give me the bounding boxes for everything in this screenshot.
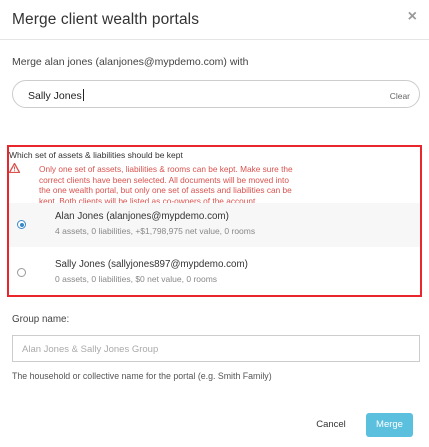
group-name-help: The household or collective name for the… [12,371,272,381]
radio-selected[interactable] [17,220,26,229]
text-caret [82,89,84,101]
merge-button[interactable]: Merge [366,413,413,437]
warning-line: Only one set of assets, liabilities & ro… [39,164,293,174]
radio-unselected[interactable] [17,268,26,277]
merge-with-label: Merge alan jones (alanjones@mypdemo.com)… [12,56,249,68]
dialog-header: Merge client wealth portals × [0,0,429,40]
group-name-input[interactable]: Alan Jones & Sally Jones Group [12,335,420,362]
keep-assets-label: Which set of assets & liabilities should… [9,150,183,160]
keep-option-sally[interactable]: Sally Jones (sallyjones897@mypdemo.com) … [9,251,420,295]
warning-message: Only one set of assets, liabilities & ro… [39,164,424,206]
merge-dialog: Merge client wealth portals × Merge alan… [0,0,429,447]
warning-line: correct clients have been selected. All … [39,174,289,185]
client-search-input[interactable]: Sally Jones Clear [12,80,420,108]
keep-option-alan[interactable]: Alan Jones (alanjones@mypdemo.com) 4 ass… [9,203,420,247]
warning-line: the one wealth portal, but only one set … [39,185,292,196]
option-client-name: Alan Jones (alanjones@mypdemo.com) [55,211,229,222]
option-client-name: Sally Jones (sallyjones897@mypdemo.com) [55,259,248,270]
option-client-detail: 4 assets, 0 liabilities, +$1,798,975 net… [55,226,256,236]
keep-assets-section: Which set of assets & liabilities should… [7,145,422,297]
cancel-button[interactable]: Cancel [306,414,356,436]
search-value-wrap: Sally Jones [28,89,84,102]
clear-button[interactable]: Clear [390,91,410,101]
close-icon[interactable]: × [408,9,417,25]
dialog-title: Merge client wealth portals [12,11,200,28]
search-value: Sally Jones [28,90,82,102]
dialog-footer: Cancel Merge [0,400,429,447]
warning-triangle-icon [9,163,20,173]
group-name-label: Group name: [12,314,70,325]
group-name-placeholder: Alan Jones & Sally Jones Group [22,344,159,355]
option-client-detail: 0 assets, 0 liabilities, $0 net value, 0… [55,274,218,284]
